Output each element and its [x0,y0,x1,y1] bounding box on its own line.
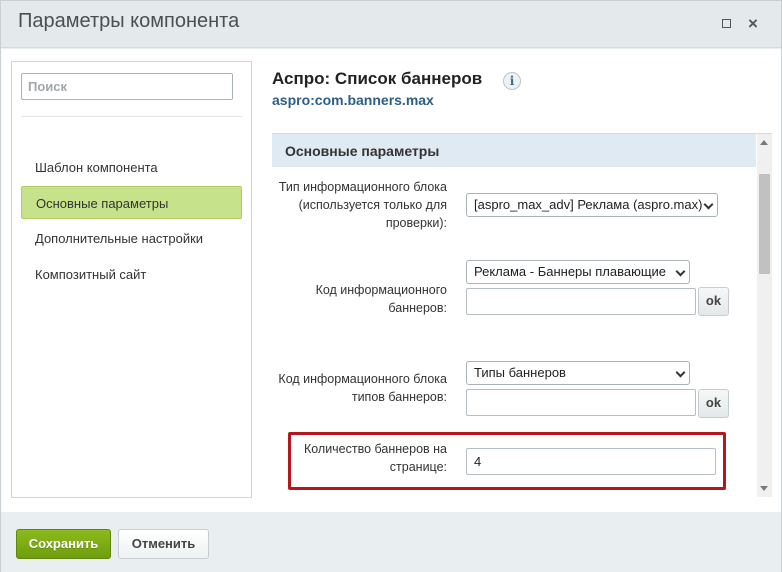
types-iblock-selected: Типы баннеров [474,365,566,380]
iblock-code-label: Код информационного баннеров: [315,283,447,315]
iblock-code-select[interactable]: Реклама - Баннеры плавающие [466,260,690,284]
search-input[interactable] [21,73,233,100]
maximize-icon[interactable] [716,14,736,34]
types-iblock-ok-button[interactable]: ok [698,389,729,418]
sidebar: Шаблон компонента Основные параметры Доп… [11,61,252,498]
params-panel: Основные параметры Тип информационного б… [272,133,772,497]
component-code: aspro:com.banners.max [272,92,434,108]
iblock-type-selected: [aspro_max_adv] Реклама (aspro.max) [474,197,703,212]
scroll-up-icon[interactable] [760,140,768,145]
main-panel: Аспро: Список баннеров i aspro:com.banne… [272,49,772,512]
scroll-thumb[interactable] [759,174,770,274]
dialog-titlebar[interactable]: Параметры компонента × [1,1,781,48]
section-header: Основные параметры [272,134,756,167]
types-iblock-select[interactable]: Типы баннеров [466,361,690,385]
chevron-down-icon [675,266,686,277]
info-icon[interactable]: i [503,72,521,90]
types-iblock-label: Код информационного блока типов баннеров… [278,372,447,404]
cancel-button[interactable]: Отменить [118,529,209,559]
types-iblock-input[interactable] [466,389,696,416]
component-settings-dialog: Параметры компонента × Шаблон компонента… [0,0,782,572]
iblock-code-ok-button[interactable]: ok [698,287,729,316]
dialog-footer: Сохранить Отменить [1,512,781,572]
save-button[interactable]: Сохранить [16,529,111,559]
sidebar-item-template[interactable]: Шаблон компонента [21,151,242,184]
banners-count-input[interactable] [466,448,716,475]
sidebar-item-additional-settings[interactable]: Дополнительные настройки [21,222,242,255]
iblock-code-selected: Реклама - Баннеры плавающие [474,264,667,279]
iblock-code-input[interactable] [466,288,696,315]
sidebar-item-composite-site[interactable]: Композитный сайт [21,258,242,291]
sidebar-divider [21,116,242,117]
scrollbar[interactable] [757,134,772,497]
dialog-content: Шаблон компонента Основные параметры Доп… [1,49,781,512]
scroll-down-icon[interactable] [760,486,768,491]
iblock-type-select[interactable]: [aspro_max_adv] Реклама (aspro.max) [466,193,718,217]
banners-count-label: Количество баннеров на странице: [303,442,447,474]
dialog-title: Параметры компонента [18,10,240,32]
chevron-down-icon [675,367,686,378]
close-icon[interactable]: × [743,14,763,34]
sidebar-item-main-params[interactable]: Основные параметры [21,186,242,219]
iblock-type-label: Тип информационного блока (используется … [278,180,447,230]
component-title: Аспро: Список баннеров [272,69,483,88]
chevron-down-icon [703,199,714,210]
